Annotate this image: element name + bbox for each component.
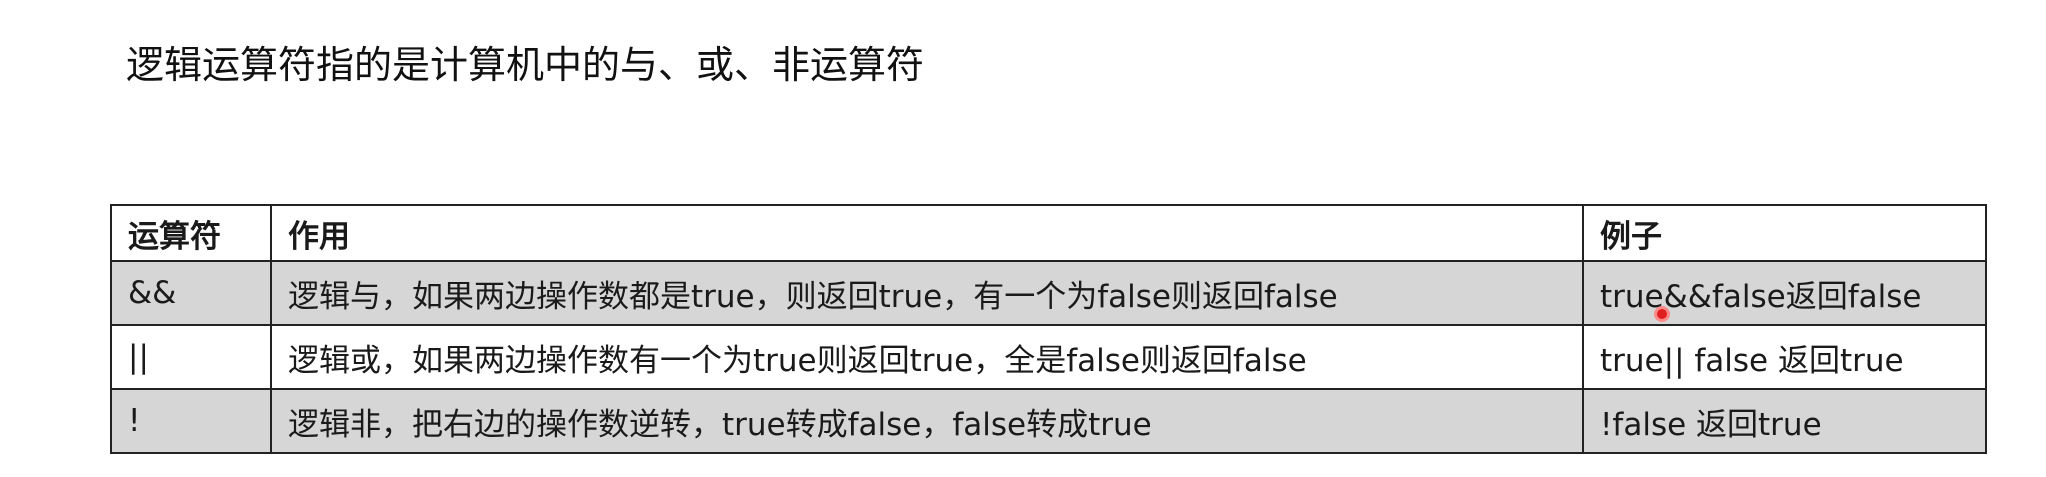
table-row-not: ! 逻辑非，把右边的操作数逆转，true转成false，false转成true …: [110, 388, 1987, 454]
pointer-cursor-icon: [1654, 306, 1670, 322]
cell-operator: !: [110, 388, 272, 454]
cell-description: 逻辑与，如果两边操作数都是true，则返回true，有一个为false则返回fa…: [270, 260, 1584, 326]
cell-description: 逻辑非，把右边的操作数逆转，true转成false，false转成true: [270, 388, 1584, 454]
cell-operator: ||: [110, 324, 272, 390]
cell-description: 逻辑或，如果两边操作数有一个为true则返回true，全是false则返回fal…: [270, 324, 1584, 390]
cell-example: true&&false返回false: [1582, 260, 1987, 326]
header-function: 作用: [270, 204, 1584, 262]
cell-operator: &&: [110, 260, 272, 326]
header-example: 例子: [1582, 204, 1987, 262]
page-heading: 逻辑运算符指的是计算机中的与、或、非运算符: [126, 43, 925, 87]
logical-operators-table: 运算符 作用 例子 && 逻辑与，如果两边操作数都是true，则返回true，有…: [110, 204, 1987, 454]
table-header-row: 运算符 作用 例子: [110, 204, 1987, 262]
cell-example: true|| false 返回true: [1582, 324, 1987, 390]
header-operator: 运算符: [110, 204, 272, 262]
table-row-and: && 逻辑与，如果两边操作数都是true，则返回true，有一个为false则返…: [110, 260, 1987, 326]
cell-example: !false 返回true: [1582, 388, 1987, 454]
table-row-or: || 逻辑或，如果两边操作数有一个为true则返回true，全是false则返回…: [110, 324, 1987, 390]
